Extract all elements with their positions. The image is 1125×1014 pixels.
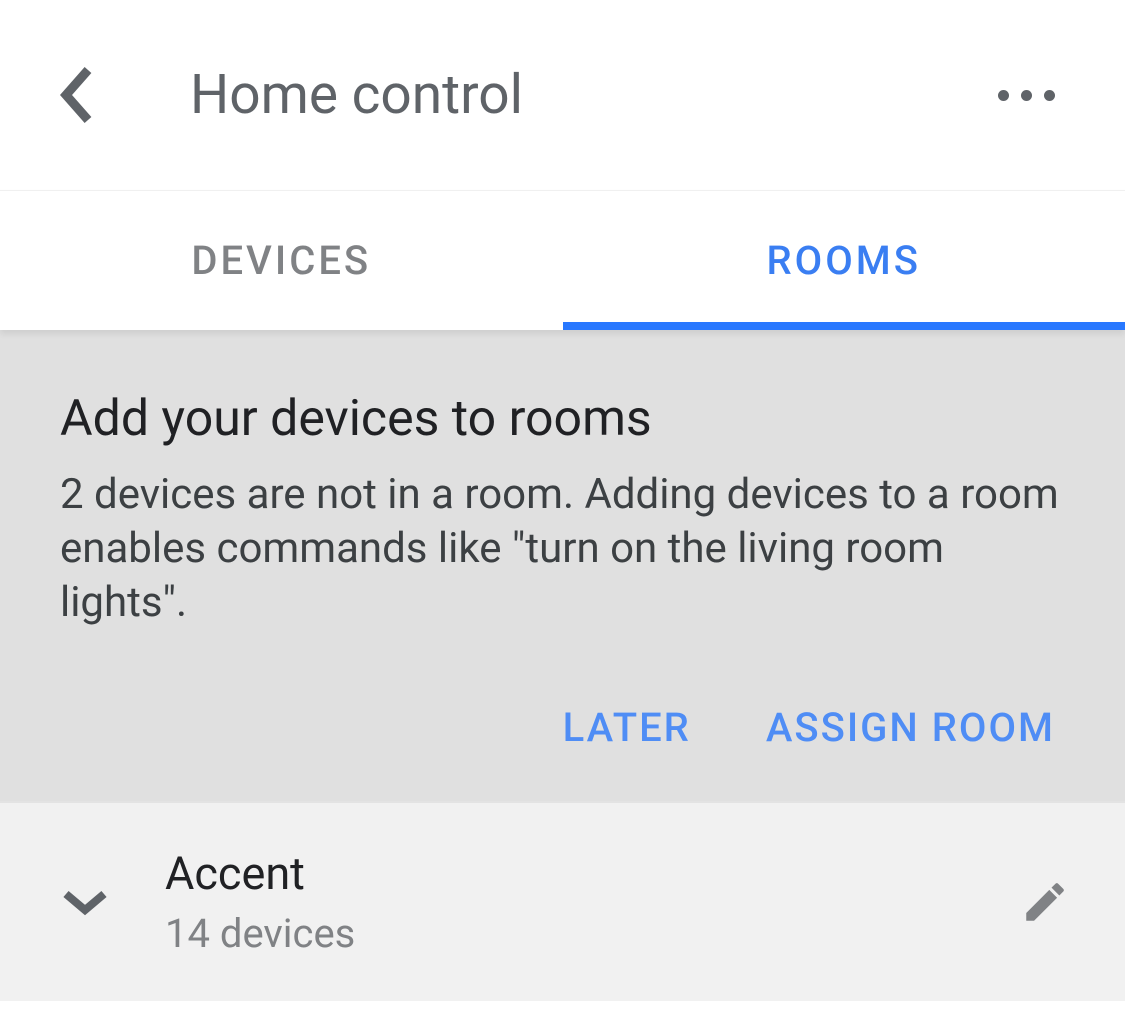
tab-devices[interactable]: DEVICES: [0, 191, 563, 330]
later-button[interactable]: LATER: [563, 704, 691, 751]
chevron-down-icon: [62, 888, 108, 916]
tab-rooms[interactable]: ROOMS: [563, 191, 1125, 330]
back-button[interactable]: [50, 70, 100, 120]
dot-icon: [1021, 90, 1032, 101]
prompt-description: 2 devices are not in a room. Adding devi…: [60, 468, 1065, 629]
dot-icon: [998, 90, 1009, 101]
tabs: DEVICES ROOMS: [0, 190, 1125, 330]
assign-rooms-prompt: Add your devices to rooms 2 devices are …: [0, 330, 1125, 801]
edit-room-button[interactable]: [1015, 872, 1075, 932]
prompt-title: Add your devices to rooms: [60, 390, 1065, 448]
room-list: Accent 14 devices: [0, 801, 1125, 1001]
dot-icon: [1044, 90, 1055, 101]
room-info: Accent 14 devices: [165, 847, 1015, 957]
pencil-icon: [1020, 877, 1070, 927]
room-device-count: 14 devices: [165, 910, 1015, 957]
assign-room-button[interactable]: ASSIGN ROOM: [766, 704, 1055, 751]
header: Home control: [0, 0, 1125, 190]
prompt-actions: LATER ASSIGN ROOM: [60, 704, 1065, 751]
more-button[interactable]: [978, 70, 1075, 121]
room-name: Accent: [165, 847, 1015, 900]
room-item[interactable]: Accent 14 devices: [0, 801, 1125, 1001]
chevron-left-icon: [58, 66, 92, 124]
expand-toggle[interactable]: [60, 877, 110, 927]
page-title: Home control: [190, 63, 978, 127]
